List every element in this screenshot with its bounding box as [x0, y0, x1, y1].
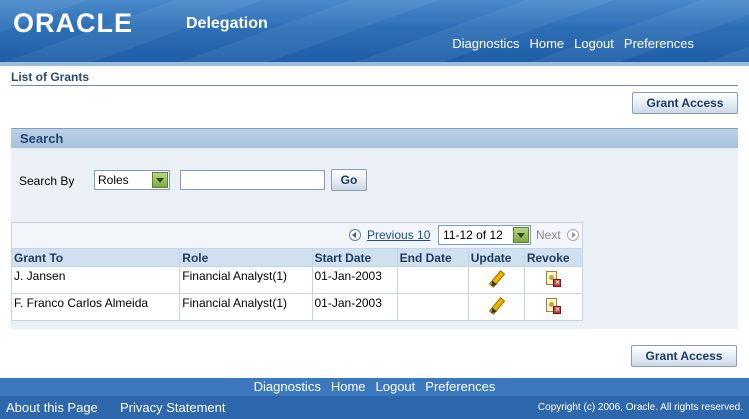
search-input[interactable]: [180, 170, 325, 190]
global-link-preferences[interactable]: Preferences: [624, 36, 694, 51]
next-link: Next: [536, 228, 561, 242]
global-link-home[interactable]: Home: [529, 36, 564, 51]
record-range-select[interactable]: 11-12 of 12: [438, 225, 531, 245]
cell-end-date: [396, 293, 469, 321]
column-header-role: Role: [179, 248, 313, 267]
app-title: Delegation: [186, 15, 268, 32]
global-links: Diagnostics Home Logout Preferences: [452, 36, 694, 51]
footer-link-diagnostics[interactable]: Diagnostics: [254, 379, 321, 394]
search-by-label: Search By: [19, 174, 75, 188]
chevron-down-icon[interactable]: [513, 227, 529, 243]
chevron-down-icon[interactable]: [152, 172, 168, 188]
cell-revoke: ×: [523, 266, 584, 294]
column-header-end-date: End Date: [396, 248, 469, 267]
grant-access-button-top[interactable]: Grant Access: [632, 92, 738, 114]
previous-arrow-icon[interactable]: [349, 229, 361, 241]
oracle-logo: ORACLE: [13, 8, 133, 38]
column-header-start-date: Start Date: [311, 248, 398, 267]
cell-role: Financial Analyst(1): [179, 293, 313, 321]
cell-update: [467, 293, 525, 321]
about-this-page-link[interactable]: About this Page: [6, 400, 98, 415]
footer-link-home[interactable]: Home: [331, 379, 366, 394]
record-range-value: 11-12 of 12: [443, 228, 503, 242]
privacy-statement-link[interactable]: Privacy Statement: [120, 400, 226, 415]
previous-link[interactable]: Previous 10: [367, 228, 430, 242]
cell-end-date: [396, 266, 469, 294]
go-button[interactable]: Go: [331, 169, 367, 191]
footer-link-logout[interactable]: Logout: [376, 379, 416, 394]
copyright-text: Copyright (c) 2006, Oracle. All rights r…: [537, 402, 743, 413]
cell-revoke: ×: [523, 293, 584, 321]
page-title-divider: [11, 85, 738, 86]
column-header-revoke: Revoke: [523, 248, 584, 267]
search-section-title: Search: [20, 131, 64, 146]
cell-grant-to: F. Franco Carlos Almeida: [10, 293, 181, 321]
pencil-icon[interactable]: [488, 271, 504, 287]
next-arrow-icon: [567, 229, 579, 241]
column-header-grant-to: Grant To: [10, 248, 181, 267]
search-by-select[interactable]: Roles: [94, 170, 170, 190]
global-link-logout[interactable]: Logout: [574, 36, 614, 51]
cell-role: Financial Analyst(1): [179, 266, 313, 294]
revoke-icon[interactable]: ×: [545, 297, 562, 314]
grants-table: Grant To Role Start Date End Date Update…: [10, 248, 584, 321]
column-header-update: Update: [467, 248, 525, 267]
pencil-icon[interactable]: [488, 298, 504, 314]
table-row: J. Jansen Financial Analyst(1) 01-Jan-20…: [10, 266, 584, 294]
cell-grant-to: J. Jansen: [10, 266, 181, 294]
revoke-icon[interactable]: ×: [545, 270, 562, 287]
page-title: List of Grants: [11, 70, 90, 84]
grant-access-button-bottom[interactable]: Grant Access: [631, 345, 737, 367]
cell-update: [467, 266, 525, 294]
header-divider: [0, 62, 749, 66]
cell-start-date: 01-Jan-2003: [311, 266, 398, 294]
global-link-diagnostics[interactable]: Diagnostics: [452, 36, 519, 51]
search-by-selected-value: Roles: [98, 173, 129, 187]
footer-links: Diagnostics Home Logout Preferences: [0, 379, 749, 394]
footer-link-preferences[interactable]: Preferences: [425, 379, 495, 394]
table-header-row: Grant To Role Start Date End Date Update…: [10, 248, 584, 267]
table-row: F. Franco Carlos Almeida Financial Analy…: [10, 293, 584, 321]
search-header: Search: [11, 128, 738, 148]
cell-start-date: 01-Jan-2003: [311, 293, 398, 321]
